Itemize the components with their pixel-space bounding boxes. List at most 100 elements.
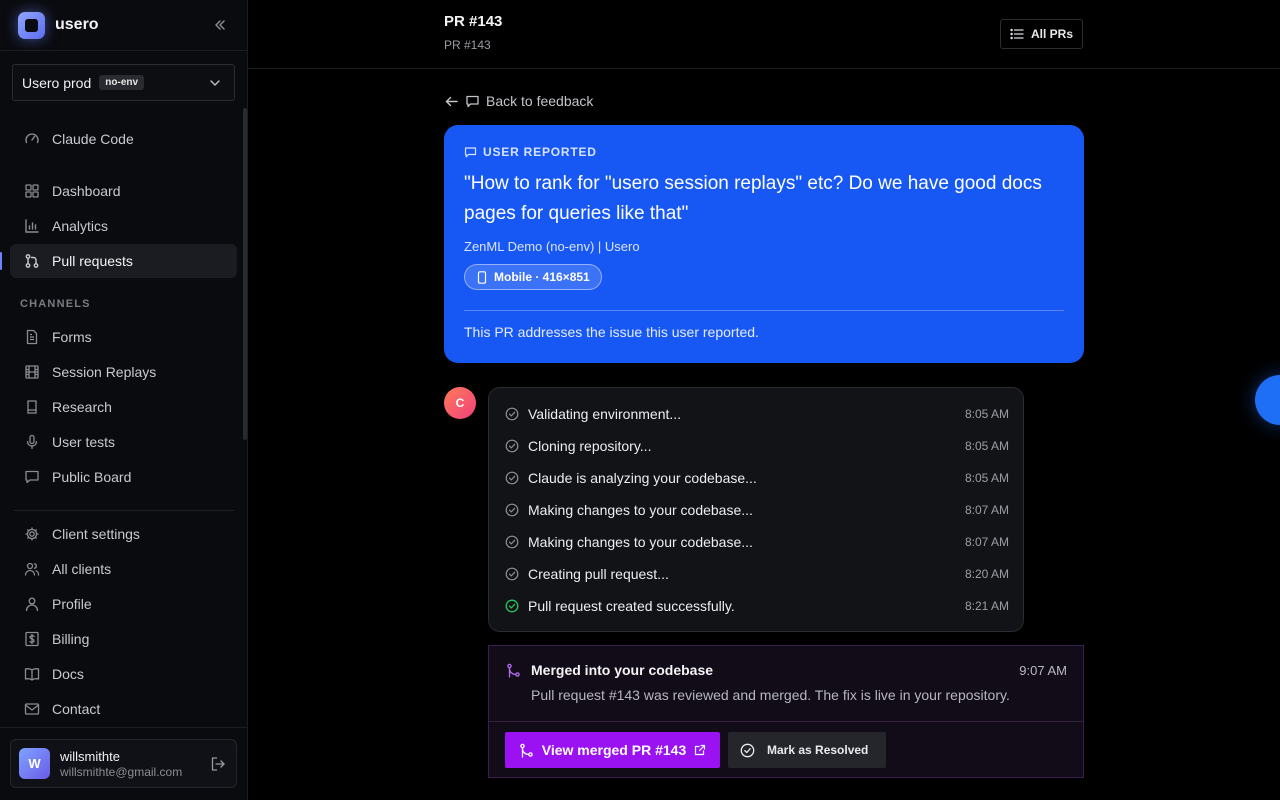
list-item: Cloning repository... 8:05 AM bbox=[505, 436, 1009, 456]
sidebar-item-research[interactable]: Research bbox=[10, 390, 237, 424]
sidebar-item-claude-code[interactable]: Claude Code bbox=[10, 122, 237, 156]
git-merge-icon bbox=[519, 743, 534, 758]
step-time: 8:20 AM bbox=[964, 567, 1009, 581]
list-icon bbox=[1010, 27, 1024, 41]
sidebar-item-contact[interactable]: Contact bbox=[10, 692, 237, 726]
sidebar-item-pull-requests[interactable]: Pull requests bbox=[10, 244, 237, 278]
sidebar-item-label: All clients bbox=[52, 561, 112, 577]
logout-icon[interactable] bbox=[210, 756, 226, 772]
step-time: 8:05 AM bbox=[964, 439, 1009, 453]
brand-name: usero bbox=[55, 16, 99, 33]
mail-icon bbox=[24, 701, 40, 717]
clipboard-icon bbox=[24, 399, 40, 415]
avatar: W bbox=[19, 748, 50, 779]
collapse-sidebar-icon[interactable] bbox=[209, 14, 231, 36]
sidebar-item-forms[interactable]: Forms bbox=[10, 320, 237, 354]
sidebar-item-label: Billing bbox=[52, 631, 90, 647]
sidebar-item-profile[interactable]: Profile bbox=[10, 587, 237, 621]
step-text: Pull request created successfully. bbox=[528, 598, 735, 614]
back-to-feedback-link[interactable]: Back to feedback bbox=[444, 93, 593, 109]
sidebar-item-user-tests[interactable]: User tests bbox=[10, 425, 237, 459]
sidebar-item-billing[interactable]: Billing bbox=[10, 622, 237, 656]
document-icon bbox=[24, 329, 40, 345]
sidebar: usero Usero prod no-env Claude Code Dash… bbox=[0, 0, 248, 800]
chevron-down-icon bbox=[208, 76, 222, 90]
claude-avatar: C bbox=[444, 387, 476, 419]
user-icon bbox=[24, 596, 40, 612]
divider bbox=[0, 50, 247, 51]
feedback-source: ZenML Demo (no-env) | Usero bbox=[464, 239, 640, 254]
view-merged-pr-button[interactable]: View merged PR #143 bbox=[505, 732, 720, 768]
all-prs-button[interactable]: All PRs bbox=[1000, 19, 1083, 49]
back-link-label: Back to feedback bbox=[486, 93, 594, 109]
git-pull-request-icon bbox=[24, 253, 40, 269]
step-text: Making changes to your codebase... bbox=[528, 502, 753, 518]
list-item: Validating environment... 8:05 AM bbox=[505, 404, 1009, 424]
user-email: willsmithte@gmail.com bbox=[60, 764, 183, 779]
microphone-icon bbox=[24, 434, 40, 450]
list-item: Claude is analyzing your codebase... 8:0… bbox=[505, 468, 1009, 488]
step-text: Validating environment... bbox=[528, 406, 682, 422]
sidebar-item-analytics[interactable]: Analytics bbox=[10, 209, 237, 243]
bar-chart-icon bbox=[24, 218, 40, 234]
divider bbox=[464, 310, 1064, 311]
merged-description: Pull request #143 was reviewed and merge… bbox=[531, 687, 1010, 703]
mark-as-resolved-label: Mark as Resolved bbox=[767, 743, 869, 757]
user-name: willsmithte bbox=[60, 748, 120, 764]
feedback-quote: "How to rank for "usero session replays"… bbox=[464, 173, 1042, 224]
grid-icon bbox=[24, 183, 40, 199]
step-time: 8:07 AM bbox=[964, 503, 1009, 517]
sidebar-scrollbar[interactable] bbox=[243, 108, 247, 440]
progress-log: Validating environment... 8:05 AM Clonin… bbox=[488, 387, 1024, 632]
step-text: Creating pull request... bbox=[528, 566, 669, 582]
list-item: Making changes to your codebase... 8:07 … bbox=[505, 532, 1009, 552]
users-icon bbox=[24, 561, 40, 577]
usero-logo-icon bbox=[18, 11, 45, 39]
merged-card: Merged into your codebase 9:07 AM Pull r… bbox=[488, 645, 1084, 778]
device-label: Mobile · 416×851 bbox=[494, 270, 590, 284]
sidebar-item-label: Contact bbox=[52, 701, 101, 717]
view-merged-pr-label: View merged PR #143 bbox=[541, 742, 687, 758]
sidebar-item-label: Claude Code bbox=[52, 131, 134, 147]
check-circle-icon bbox=[505, 471, 519, 485]
sidebar-item-client-settings[interactable]: Client settings bbox=[10, 517, 237, 551]
step-text: Cloning repository... bbox=[528, 438, 652, 454]
user-card[interactable]: W willsmithte willsmithte@gmail.com bbox=[10, 739, 237, 788]
report-note: This PR addresses the issue this user re… bbox=[464, 324, 759, 340]
environment-select[interactable]: Usero prod no-env bbox=[12, 64, 235, 101]
user-reported-card: USER REPORTED "How to rank for "usero se… bbox=[444, 125, 1084, 363]
user-reported-label: USER REPORTED bbox=[483, 145, 597, 159]
sidebar-item-dashboard[interactable]: Dashboard bbox=[10, 174, 237, 208]
sidebar-item-label: Dashboard bbox=[52, 183, 121, 199]
arrow-left-icon bbox=[444, 94, 459, 109]
user-info: willsmithte willsmithte@gmail.com bbox=[60, 749, 182, 779]
mobile-icon bbox=[476, 270, 488, 284]
gear-icon bbox=[24, 526, 40, 542]
top-bar: PR #143 PR #143 All PRs bbox=[248, 0, 1280, 69]
sidebar-item-docs[interactable]: Docs bbox=[10, 657, 237, 691]
dollar-icon bbox=[24, 631, 40, 647]
page-title: PR #143 bbox=[444, 13, 503, 30]
brand[interactable]: usero bbox=[18, 11, 99, 39]
chat-icon bbox=[464, 146, 477, 159]
mark-as-resolved-button[interactable]: Mark as Resolved bbox=[728, 732, 886, 768]
page-subtitle: PR #143 bbox=[444, 38, 491, 52]
merged-title: Merged into your codebase bbox=[531, 662, 714, 678]
book-icon bbox=[24, 666, 40, 682]
merged-time: 9:07 AM bbox=[1019, 663, 1067, 678]
floating-widget-button[interactable] bbox=[1255, 375, 1280, 425]
sidebar-item-all-clients[interactable]: All clients bbox=[10, 552, 237, 586]
sidebar-item-label: Forms bbox=[52, 329, 92, 345]
device-badge: Mobile · 416×851 bbox=[464, 264, 602, 290]
gauge-icon bbox=[24, 131, 40, 147]
external-link-icon bbox=[694, 744, 706, 756]
step-time: 8:05 AM bbox=[964, 471, 1009, 485]
check-circle-success-icon bbox=[505, 599, 519, 613]
environment-badge: no-env bbox=[99, 75, 145, 90]
list-item: Pull request created successfully. 8:21 … bbox=[505, 596, 1009, 616]
check-circle-icon bbox=[505, 439, 519, 453]
sidebar-item-label: Research bbox=[52, 399, 112, 415]
sidebar-item-session-replays[interactable]: Session Replays bbox=[10, 355, 237, 389]
sidebar-item-public-board[interactable]: Public Board bbox=[10, 460, 237, 494]
check-circle-icon bbox=[505, 535, 519, 549]
